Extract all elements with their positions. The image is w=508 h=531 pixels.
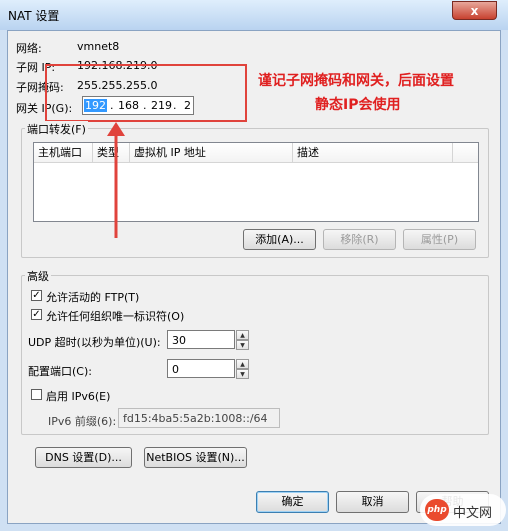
config-port-spin-down[interactable]: ▼ xyxy=(236,369,249,379)
allow-ftp-label[interactable]: 允许活动的 FTP(T) xyxy=(46,289,139,305)
port-forwarding-list[interactable]: 主机端口 类型 虚拟机 IP 地址 描述 xyxy=(33,142,479,222)
site-watermark: php 中文网 xyxy=(420,494,506,526)
watermark-site-text: 中文网 xyxy=(453,506,493,521)
column-host-port[interactable]: 主机端口 xyxy=(34,143,93,162)
enable-ipv6-label[interactable]: 启用 IPv6(E) xyxy=(46,388,110,404)
network-name-label: 网络: xyxy=(16,42,42,55)
close-button[interactable]: x xyxy=(452,1,497,20)
network-name-value: vmnet8 xyxy=(77,40,120,53)
checkmark-icon: ✓ xyxy=(32,309,41,320)
dns-settings-button[interactable]: DNS 设置(D)... xyxy=(35,447,132,468)
spin-down-icon: ▼ xyxy=(240,371,245,378)
config-port-label: 配置端口(C): xyxy=(28,365,92,378)
udp-timeout-label: UDP 超时(以秒为单位)(U): xyxy=(28,336,161,349)
udp-timeout-value: 30 xyxy=(172,334,186,347)
remove-button[interactable]: 移除(R) xyxy=(323,229,396,250)
spin-up-icon: ▲ xyxy=(240,361,245,368)
php-logo-icon: php xyxy=(425,499,449,521)
port-forwarding-header: 主机端口 类型 虚拟机 IP 地址 描述 xyxy=(34,143,478,163)
udp-timeout-spin-up[interactable]: ▲ xyxy=(236,330,249,340)
allow-ftp-checkbox[interactable]: ✓ xyxy=(31,290,42,301)
udp-timeout-input[interactable]: 30 xyxy=(167,330,235,349)
ipv6-prefix-value: fd15:4ba5:5a2b:1008::/64 xyxy=(123,412,268,425)
window-title: NAT 设置 xyxy=(8,9,60,23)
cancel-button[interactable]: 取消 xyxy=(336,491,409,513)
checkmark-icon: ✓ xyxy=(32,290,41,301)
annotation-highlight-box xyxy=(45,64,247,122)
add-button[interactable]: 添加(A)... xyxy=(243,229,316,250)
ok-button[interactable]: 确定 xyxy=(256,491,329,513)
enable-ipv6-checkbox[interactable] xyxy=(31,389,42,400)
allow-ouid-label[interactable]: 允许任何组织唯一标识符(O) xyxy=(46,308,184,324)
netbios-settings-button[interactable]: NetBIOS 设置(N)... xyxy=(144,447,247,468)
annotation-text-line1: 谨记子网掩码和网关，后面设置 xyxy=(258,73,454,89)
udp-timeout-spin-down[interactable]: ▼ xyxy=(236,340,249,350)
title-bar xyxy=(0,0,508,30)
annotation-text-line2: 静态IP会使用 xyxy=(315,97,401,113)
column-vm-ip[interactable]: 虚拟机 IP 地址 xyxy=(130,143,293,162)
properties-button[interactable]: 属性(P) xyxy=(403,229,476,250)
config-port-input[interactable]: 0 xyxy=(167,359,235,378)
allow-ouid-checkbox[interactable]: ✓ xyxy=(31,309,42,320)
spin-down-icon: ▼ xyxy=(240,342,245,349)
config-port-value: 0 xyxy=(172,363,179,376)
annotation-arrow-icon xyxy=(107,122,125,238)
close-icon: x xyxy=(470,4,479,18)
advanced-title: 高级 xyxy=(25,268,51,284)
spin-up-icon: ▲ xyxy=(240,332,245,339)
column-description[interactable]: 描述 xyxy=(293,143,453,162)
port-forwarding-title: 端口转发(F) xyxy=(25,121,88,137)
ipv6-prefix-input[interactable]: fd15:4ba5:5a2b:1008::/64 xyxy=(118,408,280,428)
ipv6-prefix-label: IPv6 前缀(6): xyxy=(48,415,117,428)
config-port-spin-up[interactable]: ▲ xyxy=(236,359,249,369)
